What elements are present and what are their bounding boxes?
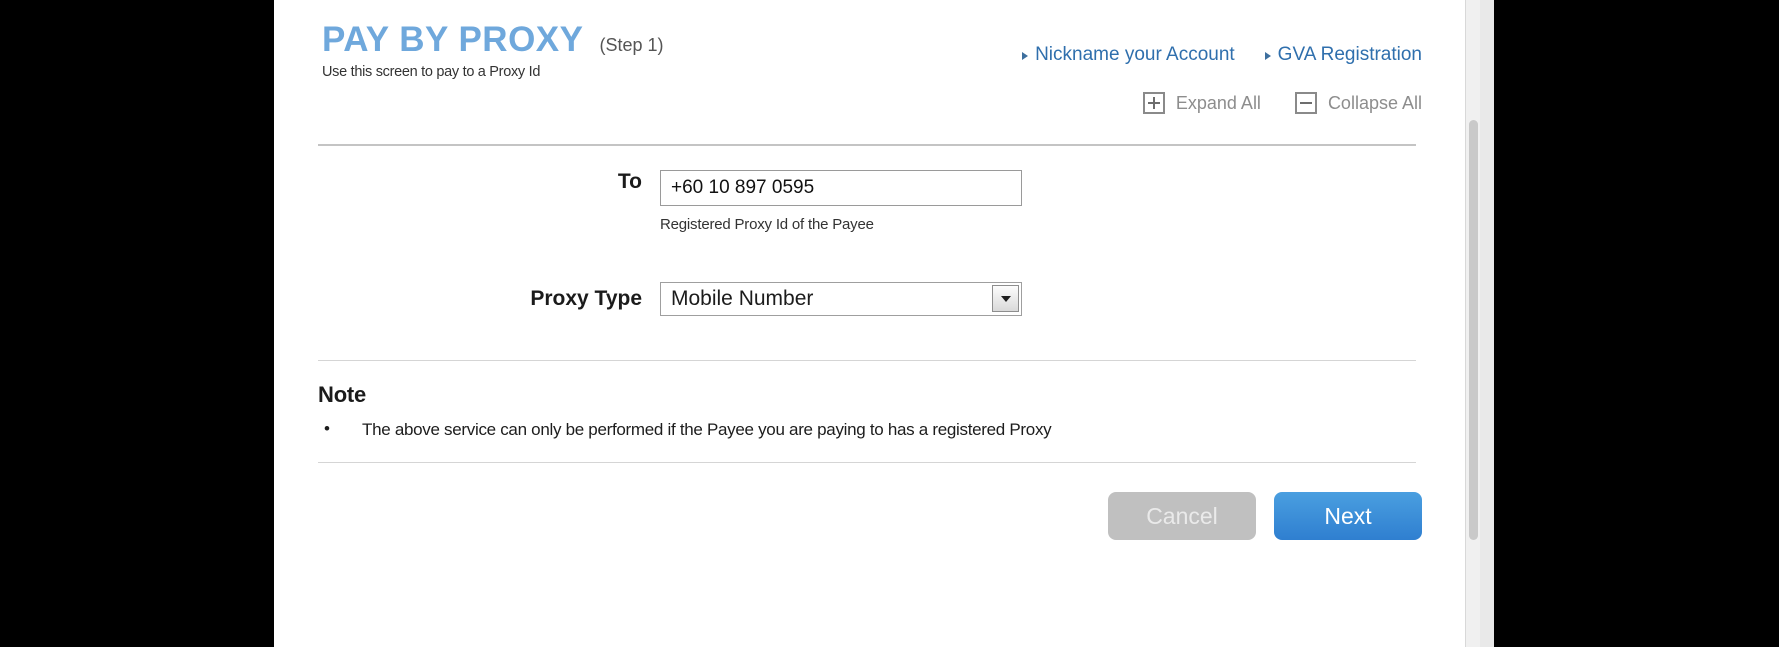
arrow-right-icon	[1264, 52, 1271, 60]
next-button[interactable]: Next	[1274, 492, 1422, 540]
screenshot-root: PAY BY PROXY (Step 1) Use this screen to…	[0, 0, 1779, 647]
letterbox-left	[0, 0, 274, 647]
proxy-type-value: Mobile Number	[671, 287, 814, 310]
bullet-icon: •	[324, 419, 330, 438]
note-item-text: The above service can only be performed …	[362, 420, 1052, 439]
field-row-proxy-type: Proxy Type Mobile Number	[274, 282, 1466, 316]
note-heading: Note	[318, 382, 367, 407]
plus-box-icon	[1142, 92, 1165, 114]
arrow-right-icon	[1022, 52, 1029, 60]
field-row-to: To Registered Proxy Id of the Payee	[274, 170, 1466, 233]
to-label: To	[617, 170, 642, 193]
link-label: GVA Registration	[1277, 44, 1422, 65]
link-gva-registration[interactable]: GVA Registration	[1264, 44, 1422, 66]
expand-all-label: Expand All	[1175, 92, 1261, 113]
page-title: PAY BY PROXY	[322, 20, 584, 59]
action-buttons: Cancel Next	[1108, 492, 1422, 540]
divider-top	[318, 144, 1416, 146]
collapse-all-button[interactable]: Collapse All	[1294, 92, 1422, 114]
cancel-button[interactable]: Cancel	[1108, 492, 1256, 540]
form-area: To Registered Proxy Id of the Payee Prox…	[274, 170, 1466, 316]
scrollbar-thumb[interactable]	[1469, 120, 1478, 540]
page-panel: PAY BY PROXY (Step 1) Use this screen to…	[274, 0, 1480, 647]
proxy-type-label: Proxy Type	[530, 287, 642, 310]
note-section: Note • The above service can only be per…	[318, 382, 1418, 440]
link-nickname-your-account[interactable]: Nickname your Account	[1022, 44, 1235, 66]
note-list-item: • The above service can only be performe…	[318, 419, 1418, 440]
expand-collapse-row: Expand All Collapse All	[1142, 92, 1422, 114]
minus-box-icon	[1294, 92, 1317, 114]
to-input[interactable]	[660, 170, 1022, 206]
proxy-type-select[interactable]: Mobile Number	[660, 282, 1022, 316]
link-label: Nickname your Account	[1035, 44, 1235, 65]
divider-middle	[318, 360, 1416, 361]
divider-bottom	[318, 462, 1416, 463]
top-links: Nickname your Account GVA Registration	[1022, 44, 1422, 66]
page-subtitle: Use this screen to pay to a Proxy Id	[322, 64, 541, 80]
collapse-all-label: Collapse All	[1327, 92, 1422, 113]
to-helper-text: Registered Proxy Id of the Payee	[660, 216, 874, 233]
chevron-down-icon[interactable]	[992, 285, 1019, 312]
scrollbar-track[interactable]	[1465, 0, 1480, 647]
expand-all-button[interactable]: Expand All	[1142, 92, 1261, 114]
letterbox-right	[1494, 0, 1779, 647]
page-content: PAY BY PROXY (Step 1) Use this screen to…	[274, 0, 1466, 647]
step-indicator: (Step 1)	[599, 35, 664, 55]
note-list: • The above service can only be performe…	[318, 419, 1418, 440]
